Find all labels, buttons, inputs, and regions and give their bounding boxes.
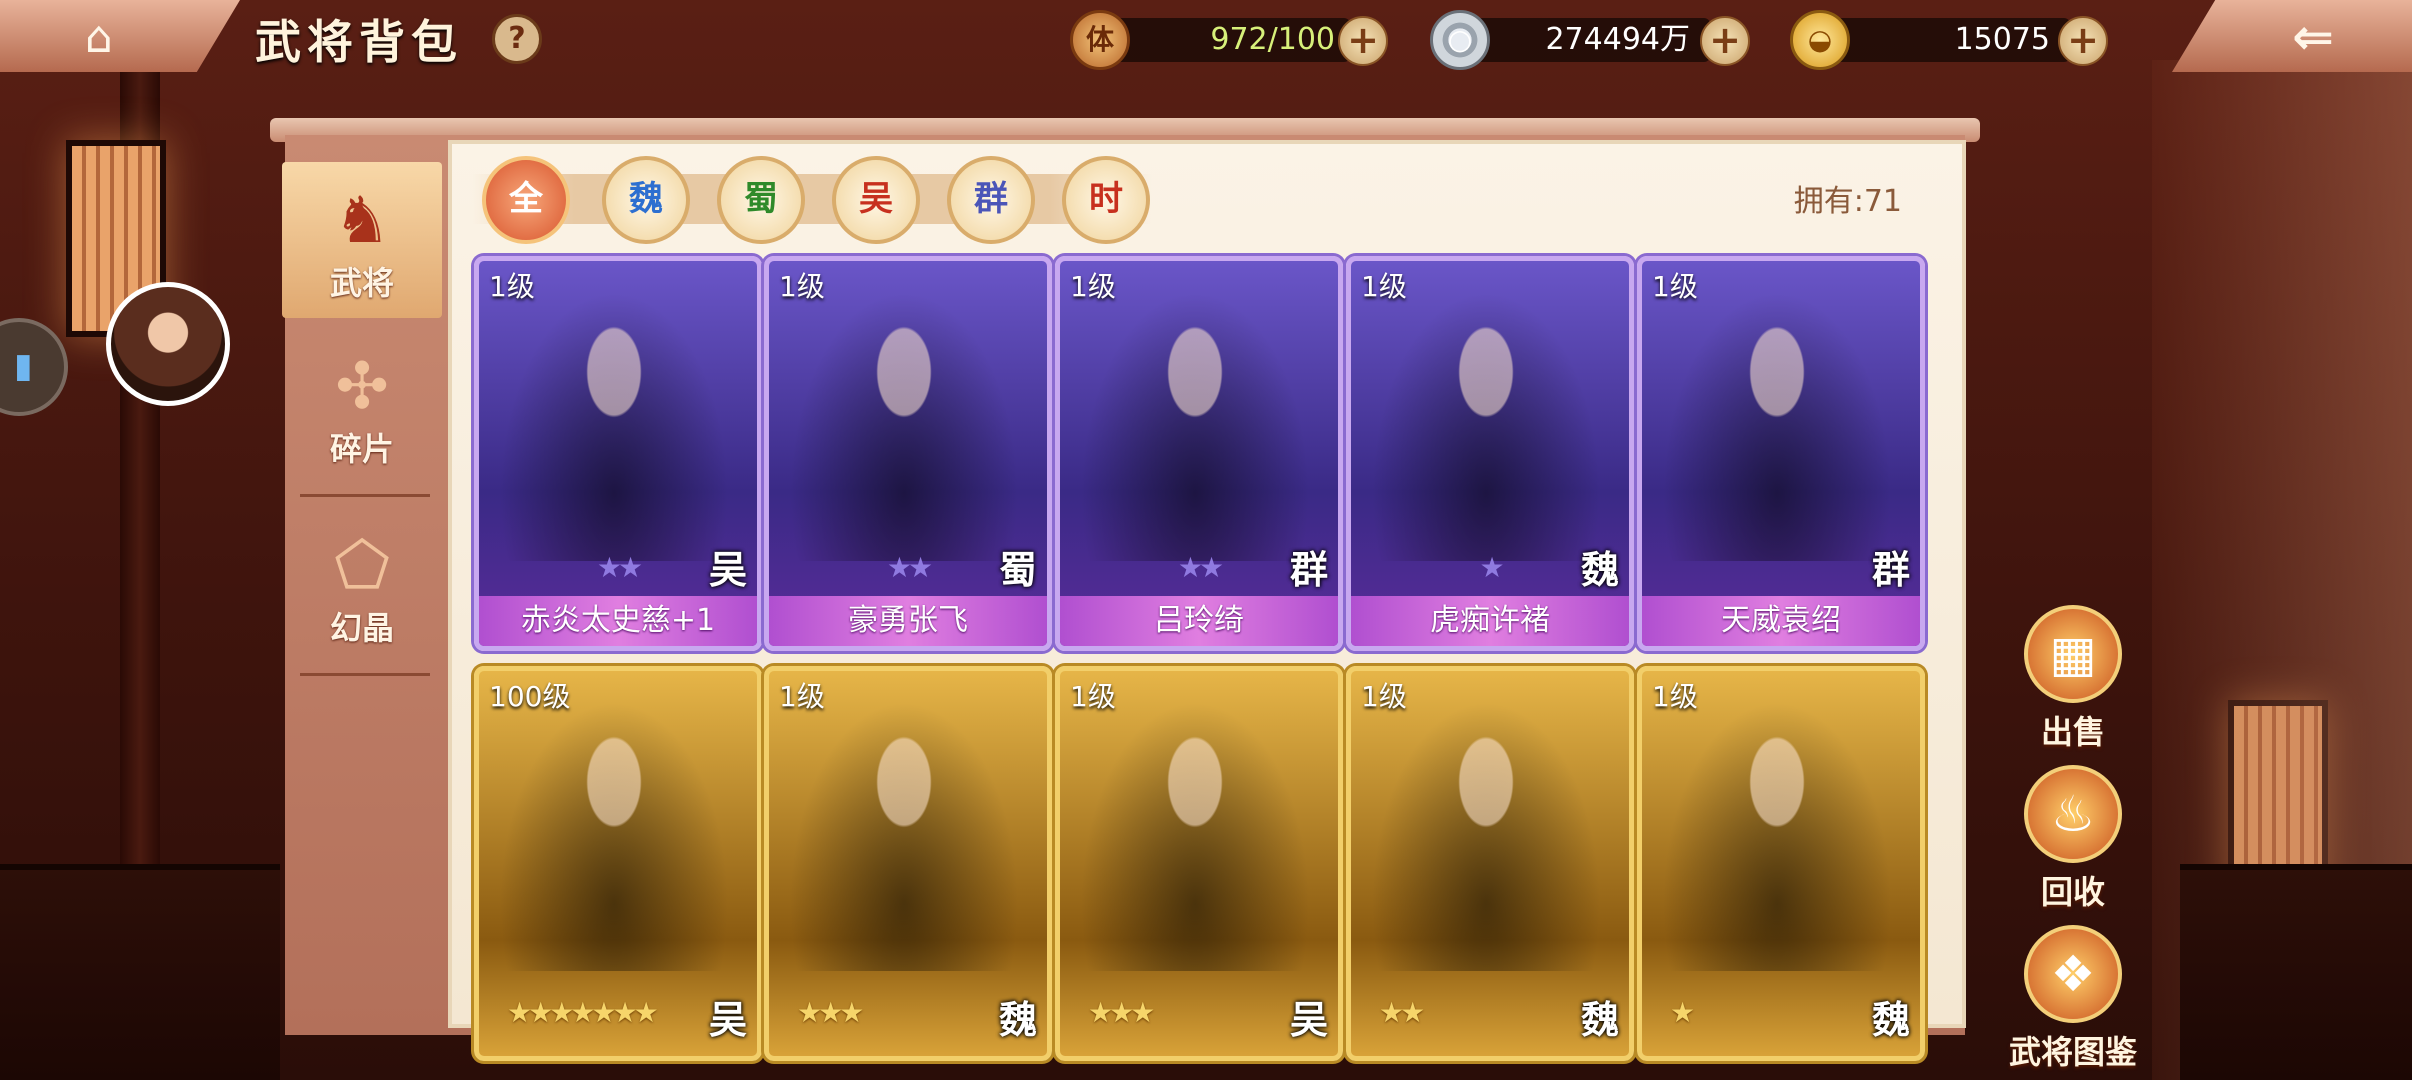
- general-level: 1级: [489, 270, 535, 303]
- filter-wei[interactable]: 魏: [602, 156, 690, 244]
- background-bench-right: [2180, 864, 2412, 1080]
- general-name: 虎痴许褚: [1351, 596, 1629, 646]
- cauldron-icon: ♨: [2024, 765, 2122, 863]
- sell-label: 出售: [2040, 713, 2105, 751]
- general-level: 100级: [489, 680, 571, 713]
- filter-qun[interactable]: 群: [947, 156, 1035, 244]
- gold-add-button[interactable]: +: [2058, 16, 2108, 66]
- sell-button[interactable]: ▦ 出售: [1998, 605, 2148, 753]
- tab-label: 碎片: [329, 430, 394, 468]
- general-list-area: 全 魏 蜀 吴 群 时 拥有:71 1级 ★★ 吴赤炎太史慈+1 1级 ★★ 蜀豪勇张飞 1…: [448, 140, 1966, 1061]
- general-card[interactable]: 1级 ★★ 群吕玲绮: [1055, 256, 1343, 651]
- stamina-add-button[interactable]: +: [1338, 16, 1388, 66]
- recycle-button[interactable]: ♨ 回收: [1998, 765, 2148, 913]
- owned-count: 拥有:71: [1793, 184, 1902, 219]
- coin-value: 274494万: [1545, 22, 1690, 57]
- faction-mark: 群: [1871, 547, 1910, 592]
- general-portrait: [1371, 291, 1601, 561]
- general-card[interactable]: 1级 ★★ 吴赤炎太史慈+1: [474, 256, 762, 651]
- filter-time[interactable]: 时: [1062, 156, 1150, 244]
- general-card[interactable]: 1级 ★ 魏: [1637, 666, 1925, 1061]
- tab-divider: [299, 673, 430, 676]
- puzzle-icon: ✣: [335, 350, 389, 424]
- page-title: 武将背包: [255, 15, 463, 69]
- codex-label: 武将图鉴: [2008, 1033, 2137, 1071]
- faction-mark: 魏: [1580, 997, 1619, 1042]
- side-widget[interactable]: ▮: [0, 318, 68, 416]
- faction-mark: 吴: [708, 997, 747, 1042]
- back-button[interactable]: ⇐: [2172, 0, 2412, 72]
- general-portrait: [499, 291, 729, 561]
- bookmark-icon: ▮: [14, 346, 33, 386]
- general-level: 1级: [779, 680, 825, 713]
- crystal-icon: ⬠: [334, 529, 390, 603]
- filter-wu[interactable]: 吴: [832, 156, 920, 244]
- recycle-label: 回收: [2040, 873, 2105, 911]
- codex-icon: ❖: [2024, 925, 2122, 1023]
- coin-add-button[interactable]: +: [1700, 16, 1750, 66]
- general-level: 1级: [779, 270, 825, 303]
- top-bar: ⌂ 武将背包 ? 体 972/100 + ○ 274494万 + ◒ 15075…: [0, 0, 2412, 72]
- general-card[interactable]: 1级 ★★ 魏: [1346, 666, 1634, 1061]
- general-portrait: [1662, 291, 1892, 561]
- back-arrow-icon: ⇐: [2292, 8, 2334, 66]
- general-level: 1级: [1070, 680, 1116, 713]
- faction-mark: 蜀: [998, 547, 1037, 592]
- general-card[interactable]: 100级 ★★★★★★★ 吴: [474, 666, 762, 1061]
- general-level: 1级: [1361, 680, 1407, 713]
- general-portrait: [789, 701, 1019, 971]
- general-card[interactable]: 1级 ★★ 蜀豪勇张飞: [764, 256, 1052, 651]
- home-button[interactable]: ⌂: [0, 0, 240, 72]
- general-card[interactable]: 1级 ★★★ 吴: [1055, 666, 1343, 1061]
- codex-button[interactable]: ❖ 武将图鉴: [1998, 925, 2148, 1073]
- tab-fragments[interactable]: ✣ 碎片: [282, 328, 442, 484]
- general-icon: ♞: [333, 184, 391, 258]
- general-name: 豪勇张飞: [769, 596, 1047, 646]
- category-tabs: ♞ 武将 ✣ 碎片 ⬠ 幻晶: [282, 162, 447, 686]
- tab-label: 幻晶: [329, 609, 394, 647]
- general-card[interactable]: 1级 ★★★ 魏: [764, 666, 1052, 1061]
- general-portrait: [499, 701, 729, 971]
- faction-mark: 群: [1289, 547, 1328, 592]
- tab-crystals[interactable]: ⬠ 幻晶: [282, 507, 442, 663]
- abacus-icon: ▦: [2024, 605, 2122, 703]
- player-avatar[interactable]: [106, 282, 230, 406]
- background-bench-left: [0, 864, 280, 1080]
- general-portrait: [789, 291, 1019, 561]
- filter-all[interactable]: 全: [482, 156, 570, 244]
- tab-divider: [299, 494, 430, 497]
- general-card[interactable]: 1级 ★ 魏虎痴许褚: [1346, 256, 1634, 651]
- general-card[interactable]: 1级群天威袁绍: [1637, 256, 1925, 651]
- help-button[interactable]: ?: [492, 14, 542, 64]
- general-name: 赤炎太史慈+1: [479, 596, 757, 646]
- tab-label: 武将: [329, 264, 394, 302]
- general-portrait: [1371, 701, 1601, 971]
- general-portrait: [1080, 291, 1310, 561]
- stamina-value: 972/100: [1210, 22, 1335, 57]
- general-name: 吕玲绮: [1060, 596, 1338, 646]
- tab-generals[interactable]: ♞ 武将: [282, 162, 442, 318]
- general-portrait: [1080, 701, 1310, 971]
- general-level: 1级: [1361, 270, 1407, 303]
- general-name: 天威袁绍: [1642, 596, 1920, 646]
- coin-icon: ○: [1430, 10, 1490, 70]
- gold-value: 15075: [1954, 22, 2050, 57]
- faction-mark: 魏: [998, 997, 1037, 1042]
- faction-mark: 魏: [1580, 547, 1619, 592]
- faction-mark: 吴: [708, 547, 747, 592]
- faction-mark: 魏: [1871, 997, 1910, 1042]
- filter-shu[interactable]: 蜀: [717, 156, 805, 244]
- stamina-icon: 体: [1070, 10, 1130, 70]
- general-level: 1级: [1070, 270, 1116, 303]
- general-level: 1级: [1652, 270, 1698, 303]
- home-icon: ⌂: [85, 12, 113, 63]
- general-portrait: [1662, 701, 1892, 971]
- faction-filter-bar: [472, 174, 1152, 224]
- gold-ingot-icon: ◒: [1790, 10, 1850, 70]
- faction-mark: 吴: [1289, 997, 1328, 1042]
- general-level: 1级: [1652, 680, 1698, 713]
